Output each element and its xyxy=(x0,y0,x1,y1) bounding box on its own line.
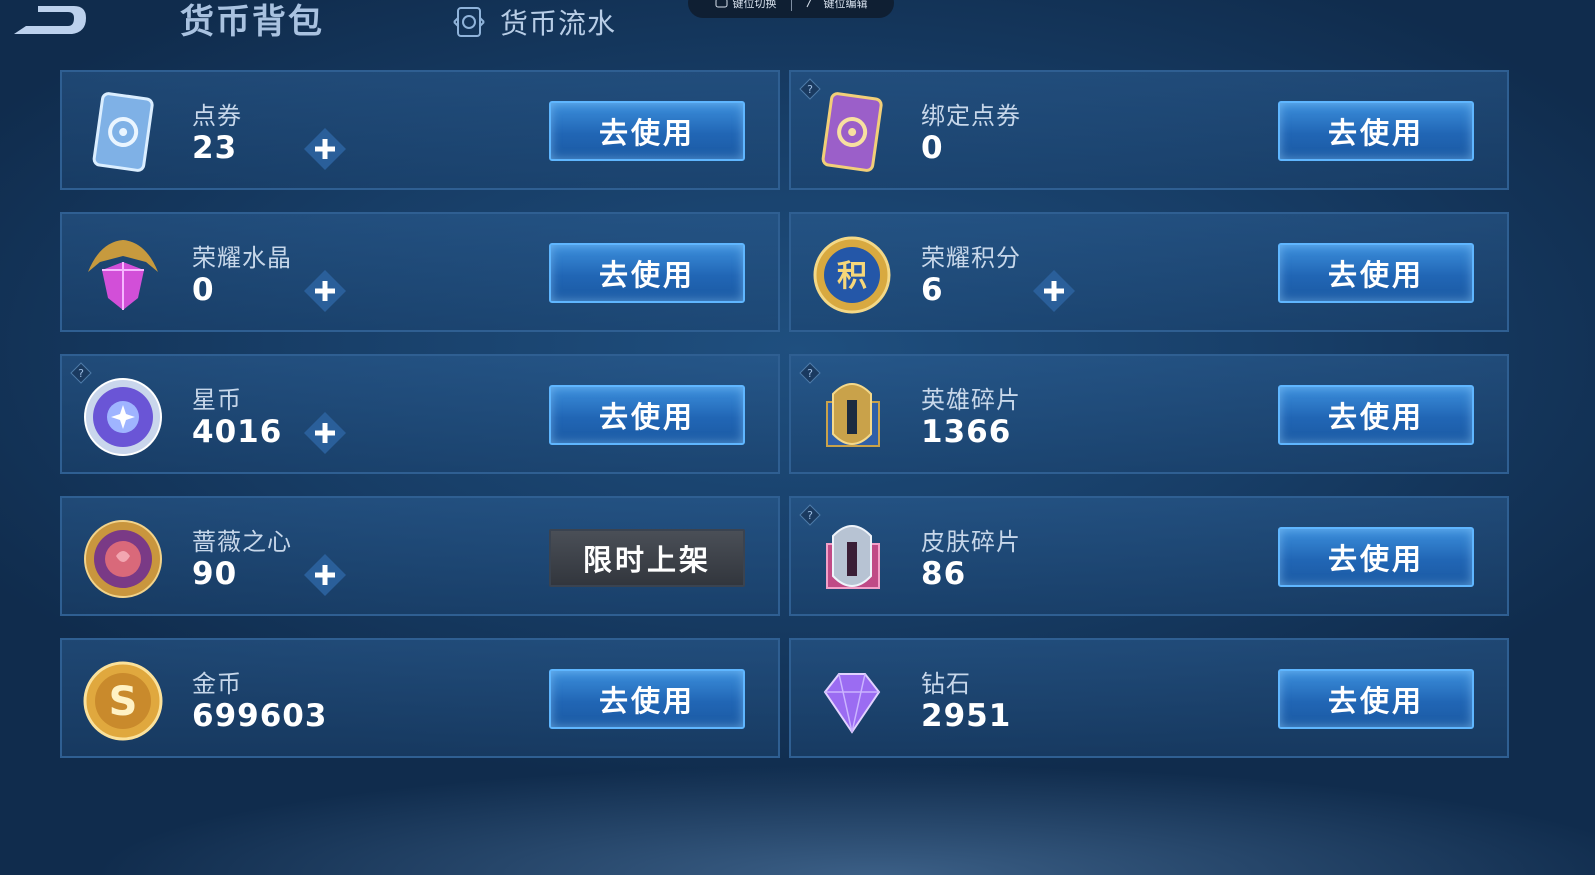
keymap-edit-button[interactable]: 键位编辑 xyxy=(806,0,868,11)
use-button[interactable]: 去使用 xyxy=(1278,101,1474,161)
use-button[interactable]: 去使用 xyxy=(1278,527,1474,587)
currency-value: 4016 xyxy=(192,414,283,450)
currency-name: 点券 xyxy=(192,102,242,130)
star-coin-icon xyxy=(84,378,162,456)
hero-fragment-icon xyxy=(826,383,880,447)
currency-card-bound-coupon: ? 绑定点券 0 去使用 xyxy=(789,70,1509,190)
currency-name: 钻石 xyxy=(921,670,971,698)
currency-value: 0 xyxy=(192,272,215,308)
glory-crystal-icon xyxy=(88,240,158,310)
keymap-switch-label: 键位切换 xyxy=(732,0,777,10)
keymap-switch-icon xyxy=(715,0,727,8)
currency-name: 星币 xyxy=(192,386,242,414)
skin-fragment-icon xyxy=(826,525,880,589)
plus-icon[interactable] xyxy=(302,552,348,598)
keymap-edit-icon xyxy=(806,0,811,8)
currency-value: 0 xyxy=(921,130,944,166)
use-button[interactable]: 去使用 xyxy=(1278,385,1474,445)
currency-name: 荣耀水晶 xyxy=(192,244,292,272)
use-button[interactable]: 去使用 xyxy=(549,101,745,161)
currency-value: 1366 xyxy=(921,414,1012,450)
plus-icon[interactable] xyxy=(302,268,348,314)
page-title: 货币背包 xyxy=(180,2,324,42)
currency-name: 英雄碎片 xyxy=(921,386,1021,414)
back-arrow-icon xyxy=(14,6,86,34)
plus-icon[interactable] xyxy=(1031,268,1077,314)
use-button[interactable]: 去使用 xyxy=(549,243,745,303)
currency-name: 蔷薇之心 xyxy=(192,528,292,556)
currency-card-coupon: 点券 23 去使用 xyxy=(60,70,780,190)
back-button[interactable] xyxy=(8,0,88,40)
use-button[interactable]: 去使用 xyxy=(549,385,745,445)
currency-card-glory-points: 积 荣耀积分 6 去使用 xyxy=(789,212,1509,332)
currency-card-glory-crystal: 荣耀水晶 0 去使用 xyxy=(60,212,780,332)
glory-points-icon: 积 xyxy=(813,236,891,314)
gold-coin-icon: S xyxy=(83,661,163,741)
currency-value: 6 xyxy=(921,272,944,308)
diamond-icon xyxy=(823,673,881,734)
currency-value: 2951 xyxy=(921,698,1012,734)
tab-currency-flow-label: 货币流水 xyxy=(500,7,617,40)
pill-divider xyxy=(790,0,792,11)
currency-card-gold-coin: S 金币 699603 去使用 xyxy=(60,638,780,758)
tab-currency-flow[interactable]: 货币流水 xyxy=(450,2,616,42)
coupon-purple-icon xyxy=(821,92,883,172)
keymap-pill: 键位切换 键位编辑 xyxy=(688,0,894,18)
currency-card-skin-fragment: ? 皮肤碎片 86 去使用 xyxy=(789,496,1509,616)
currency-name: 绑定点券 xyxy=(921,102,1021,130)
currency-value: 699603 xyxy=(192,698,328,734)
glory-points-glyph: 积 xyxy=(837,259,867,294)
currency-value: 90 xyxy=(192,556,238,592)
currency-card-hero-fragment: ? 英雄碎片 1366 去使用 xyxy=(789,354,1509,474)
rose-heart-icon xyxy=(84,520,162,598)
currency-name: 金币 xyxy=(192,670,242,698)
currency-value: 86 xyxy=(921,556,967,592)
use-button[interactable]: 去使用 xyxy=(549,669,745,729)
keymap-switch-button[interactable]: 键位切换 xyxy=(715,0,777,11)
use-button[interactable]: 去使用 xyxy=(1278,243,1474,303)
currency-value: 23 xyxy=(192,130,238,166)
currency-flow-icon xyxy=(453,7,485,37)
keymap-edit-label: 键位编辑 xyxy=(823,0,868,10)
svg-text:S: S xyxy=(109,679,138,725)
currency-name: 荣耀积分 xyxy=(921,244,1021,272)
currency-card-rose-heart: 蔷薇之心 90 限时上架 xyxy=(60,496,780,616)
use-button[interactable]: 去使用 xyxy=(1278,669,1474,729)
currency-card-star-coin: ? 星币 4016 去使用 xyxy=(60,354,780,474)
currency-name: 皮肤碎片 xyxy=(921,528,1021,556)
currency-card-diamond: 钻石 2951 去使用 xyxy=(789,638,1509,758)
plus-icon[interactable] xyxy=(302,410,348,456)
limited-time-button: 限时上架 xyxy=(549,529,745,587)
plus-icon[interactable] xyxy=(302,126,348,172)
coupon-blue-icon xyxy=(92,92,154,172)
